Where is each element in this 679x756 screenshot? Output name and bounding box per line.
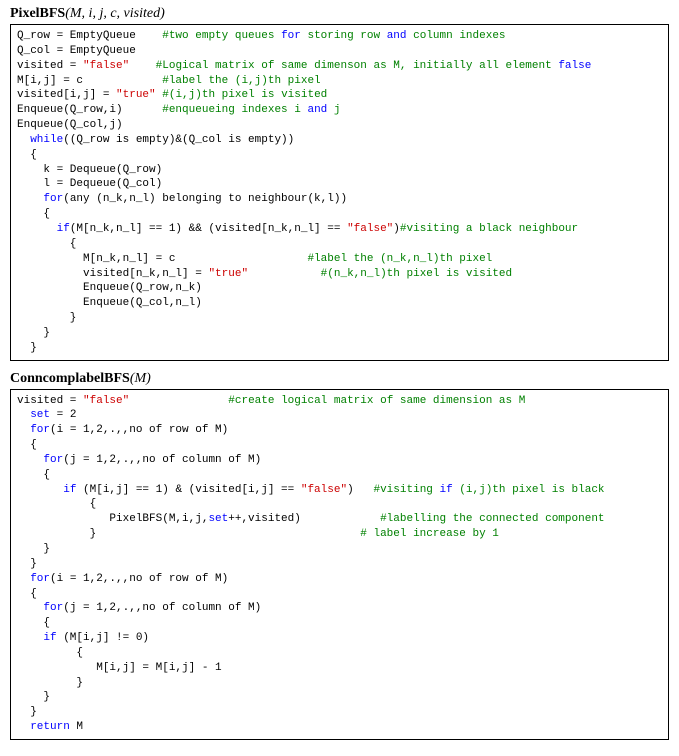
algo1-title: PixelBFS(M, i, j, c, visited) — [10, 6, 669, 22]
algo2-code: visited = "false" #create logical matrix… — [10, 389, 669, 740]
algo1-name: PixelBFS — [10, 6, 65, 21]
algo2-args: (M) — [130, 371, 151, 386]
algo2-title: ConncomplabelBFS(M) — [10, 371, 669, 387]
algo1-code: Q_row = EmptyQueue #two empty queues for… — [10, 24, 669, 361]
algo1-args: (M, i, j, c, visited) — [65, 6, 165, 21]
algo2-name: ConncomplabelBFS — [10, 371, 130, 386]
